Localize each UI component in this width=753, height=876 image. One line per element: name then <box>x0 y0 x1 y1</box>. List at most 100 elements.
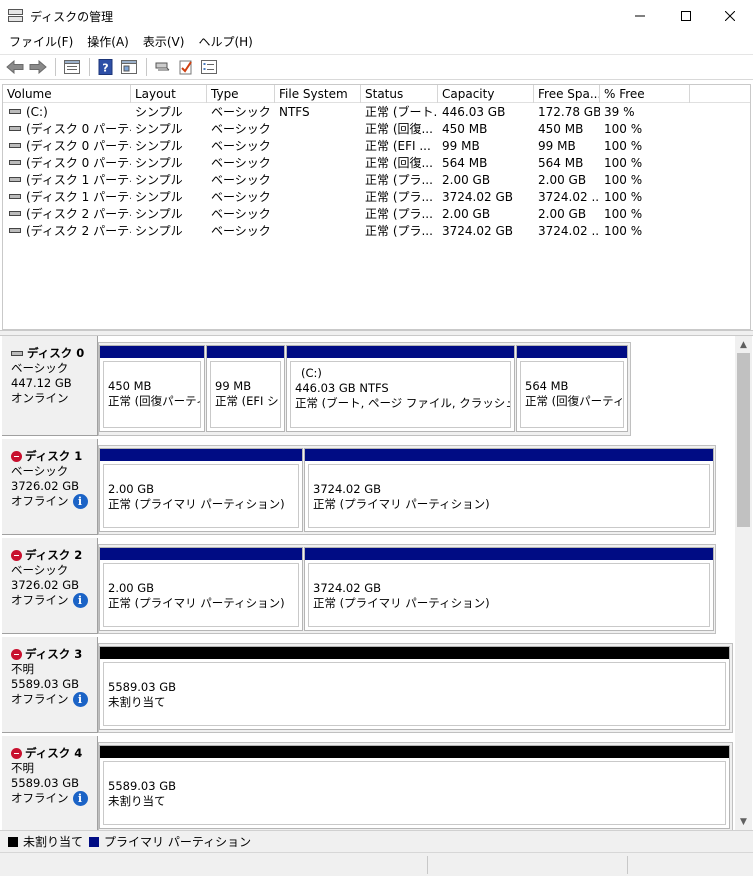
info-icon[interactable]: i <box>72 593 88 608</box>
disk-4-label[interactable]: ディスク 4 不明 5589.03 GB オフライン i <box>2 736 98 830</box>
table-row[interactable]: (ディスク 2 パーティシ... シンプル ベーシック 正常 (プラ... 2.00 G… <box>3 206 750 223</box>
drive-icon <box>9 177 21 182</box>
partition-disk2-1[interactable]: 2.00 GB 正常 (プライマリ パーティション) <box>99 547 303 631</box>
info-icon[interactable]: i <box>72 791 88 806</box>
partition-disk0-4[interactable]: 564 MB正常 (回復パーティション) <box>516 345 628 432</box>
back-icon <box>6 60 24 74</box>
connect-button[interactable] <box>152 56 174 78</box>
volume-list[interactable]: Volume Layout Type File System Status Ca… <box>2 84 751 330</box>
disk-2: ディスク 2 ベーシック 3726.02 GB オフライン i 2.00 GB 正常… <box>0 538 735 634</box>
menu-bar: ファイル(F) 操作(A) 表示(V) ヘルプ(H) <box>0 31 753 53</box>
cell-percent-free: 100 % <box>604 122 643 136</box>
column-header-volume[interactable]: Volume <box>3 85 131 103</box>
scroll-down-icon[interactable]: ▼ <box>735 813 752 830</box>
partition-disk2-2[interactable]: 3724.02 GB 正常 (プライマリ パーティション) <box>304 547 714 631</box>
cell-volume: (ディスク 2 パーティシ... <box>3 206 131 223</box>
scrollbar-thumb[interactable] <box>737 353 750 527</box>
drive-icon <box>9 194 21 199</box>
drive-icon <box>9 143 21 148</box>
scroll-up-icon[interactable]: ▲ <box>735 336 752 353</box>
close-icon <box>725 10 735 21</box>
cell-status: 正常 (EFI ... <box>365 139 431 153</box>
menu-help[interactable]: ヘルプ(H) <box>191 31 259 53</box>
check-button[interactable] <box>175 56 197 78</box>
cell-volume: (ディスク 0 パーティシ... <box>3 155 131 172</box>
partition-disk4-unallocated[interactable]: 5589.03 GB 未割り当て <box>99 745 730 829</box>
title-bar: ディスクの管理 <box>0 0 753 31</box>
disk-0-state: オンライン <box>11 391 69 405</box>
cell-percent-free: 100 % <box>604 224 643 238</box>
partition-disk0-1[interactable]: 450 MB正常 (回復パーティション) <box>99 345 205 432</box>
menu-action[interactable]: 操作(A) <box>80 31 136 53</box>
cell-type: ベーシック <box>211 105 271 119</box>
properties-icon <box>201 60 217 74</box>
column-header-status[interactable]: Status <box>361 85 438 103</box>
cell-file-system <box>275 223 361 240</box>
properties-button[interactable] <box>198 56 220 78</box>
column-header-capacity[interactable]: Capacity <box>438 85 534 103</box>
help-button[interactable]: ? <box>95 56 117 78</box>
disk-2-partition-map: 2.00 GB 正常 (プライマリ パーティション) 3724.02 GB 正常 (… <box>98 544 716 634</box>
forward-icon <box>29 60 47 74</box>
cell-type: ベーシック <box>211 190 271 204</box>
graph-pane-scrollbar[interactable]: ▲ ▼ <box>735 336 752 830</box>
column-header-type[interactable]: Type <box>207 85 275 103</box>
status-bar <box>0 852 753 876</box>
minimize-button[interactable] <box>617 0 663 31</box>
cell-volume: (ディスク 0 パーティシ... <box>3 138 131 155</box>
column-header-percent-free[interactable]: % Free <box>600 85 690 103</box>
cell-file-system <box>275 206 361 223</box>
menu-view[interactable]: 表示(V) <box>136 31 192 53</box>
drive-icon <box>9 228 21 233</box>
disk-2-label[interactable]: ディスク 2 ベーシック 3726.02 GB オフライン i <box>2 538 98 634</box>
disk-graphical-view: ディスク 0 ベーシック 447.12 GB オンライン 450 MB 正常 (回… <box>0 336 753 830</box>
table-row[interactable]: (C:) シンプル ベーシック NTFS 正常 (ブート... 446.03 GB 172.… <box>3 104 750 121</box>
forward-button[interactable] <box>27 56 49 78</box>
disk-3: ディスク 3 不明 5589.03 GB オフライン i 5589.03 GB 未割… <box>0 637 735 733</box>
maximize-icon <box>681 10 691 21</box>
back-button[interactable] <box>4 56 26 78</box>
cell-capacity: 99 MB <box>442 139 480 153</box>
minimize-icon <box>635 15 645 16</box>
cell-capacity: 3724.02 GB <box>442 224 513 238</box>
table-row[interactable]: (ディスク 0 パーティシ... シンプル ベーシック 正常 (EFI ... 99 M… <box>3 138 750 155</box>
offline-icon <box>11 748 22 759</box>
cell-volume: (ディスク 1 パーティシ... <box>3 189 131 206</box>
connect-icon <box>155 62 170 71</box>
table-row[interactable]: (ディスク 0 パーティシ... シンプル ベーシック 正常 (回復... 450 MB… <box>3 121 750 138</box>
disk-0-label[interactable]: ディスク 0 ベーシック 447.12 GB オンライン <box>2 336 98 436</box>
cell-free-space: 3724.02 ... <box>538 190 600 204</box>
cell-free-space: 2.00 GB <box>538 173 587 187</box>
disk-1-label[interactable]: ディスク 1 ベーシック 3726.02 GB オフライン i <box>2 439 98 535</box>
panel-button[interactable] <box>118 56 140 78</box>
cell-status: 正常 (プラ... <box>365 224 433 238</box>
partition-disk1-1[interactable]: 2.00 GB 正常 (プライマリ パーティション) <box>99 448 303 532</box>
partition-disk1-2[interactable]: 3724.02 GB 正常 (プライマリ パーティション) <box>304 448 714 532</box>
table-row[interactable]: (ディスク 1 パーティシ... シンプル ベーシック 正常 (プラ... 3724.0… <box>3 189 750 206</box>
close-button[interactable] <box>707 0 753 31</box>
partition-disk3-unallocated[interactable]: 5589.03 GB 未割り当て <box>99 646 730 730</box>
table-row[interactable]: (ディスク 2 パーティシ... シンプル ベーシック 正常 (プラ... 3724.0… <box>3 223 750 240</box>
partition-disk0-c[interactable]: (C:) 446.03 GB NTFS 正常 (ブート, ページ ファイル, ク… <box>286 345 515 432</box>
column-header-layout[interactable]: Layout <box>131 85 207 103</box>
info-icon[interactable]: i <box>72 692 88 707</box>
maximize-button[interactable] <box>663 0 709 31</box>
cell-file-system <box>275 172 361 189</box>
drive-icon <box>9 160 21 165</box>
disk-icon <box>11 351 23 356</box>
cell-capacity: 3724.02 GB <box>442 190 513 204</box>
column-header-file-system[interactable]: File System <box>275 85 361 103</box>
info-icon[interactable]: i <box>72 494 88 509</box>
disk-0: ディスク 0 ベーシック 447.12 GB オンライン 450 MB 正常 (回… <box>0 336 735 436</box>
table-row[interactable]: (ディスク 1 パーティシ... シンプル ベーシック 正常 (プラ... 2.00 G… <box>3 172 750 189</box>
table-row[interactable]: (ディスク 0 パーティシ... シンプル ベーシック 正常 (回復... 564 MB… <box>3 155 750 172</box>
cell-status: 正常 (プラ... <box>365 207 433 221</box>
column-header-free-space[interactable]: Free Spa... <box>534 85 600 103</box>
disk-4-partition-map: 5589.03 GB 未割り当て <box>98 742 733 830</box>
cell-volume: (C:) <box>3 104 131 121</box>
disk-3-label[interactable]: ディスク 3 不明 5589.03 GB オフライン i <box>2 637 98 733</box>
menu-file[interactable]: ファイル(F) <box>2 31 80 53</box>
partition-disk0-2[interactable]: 99 MB正常 (EFI システム パーティション) <box>206 345 285 432</box>
list-view-button[interactable] <box>61 56 83 78</box>
cell-percent-free: 39 % <box>604 105 635 119</box>
